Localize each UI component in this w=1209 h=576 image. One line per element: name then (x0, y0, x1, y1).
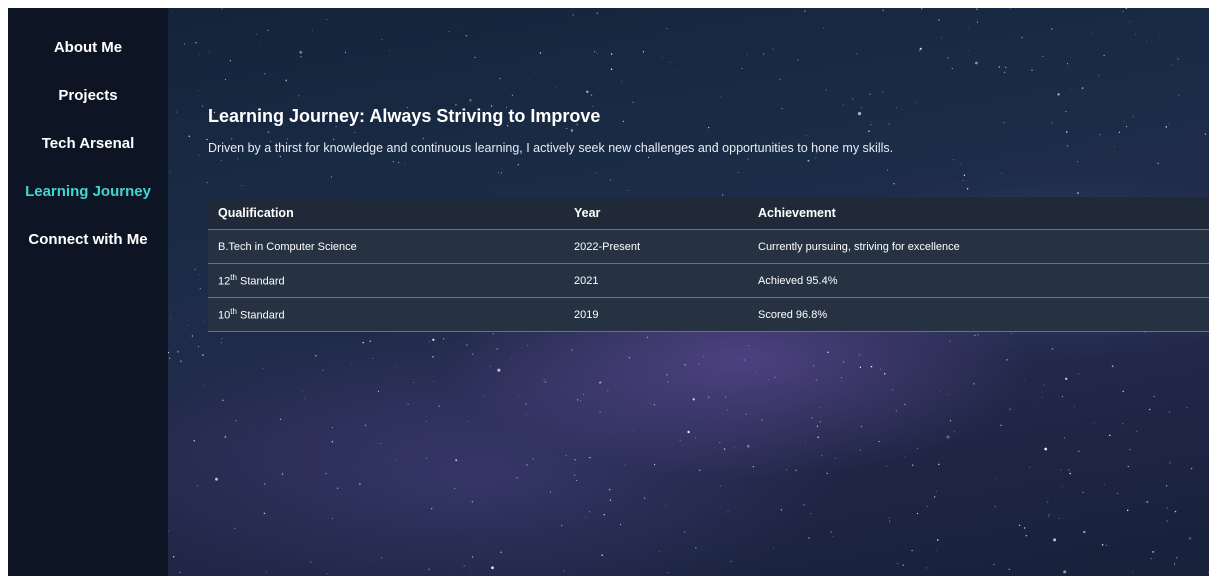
qualification-cell: 10th Standard (208, 297, 564, 332)
table-header-row: Qualification Year Achievement (208, 197, 1209, 230)
section-title: Learning Journey: Always Striving to Imp… (208, 106, 601, 126)
learning-journey-table: Qualification Year Achievement B.Tech in… (208, 197, 1209, 332)
achievement-cell: Currently pursuing, striving for excelle… (748, 229, 1209, 264)
qualification-cell: B.Tech in Computer Science (208, 229, 564, 264)
nav-item-learning-journey[interactable]: Learning Journey (8, 176, 168, 224)
achievement-cell: Scored 96.8% (748, 297, 1209, 332)
nav-item-connect-with-me[interactable]: Connect with Me (8, 224, 168, 272)
qualification-text: 12 (218, 275, 231, 288)
achievement-cell: Achieved 95.4% (748, 263, 1209, 298)
qualification-suffix: Standard (236, 309, 285, 322)
column-header-qualification: Qualification (208, 197, 564, 230)
table-row: 12th Standard 2021 Achieved 95.4% (208, 263, 1209, 298)
year-cell: 2021 (564, 263, 748, 298)
table-row: 10th Standard 2019 Scored 96.8% (208, 297, 1209, 332)
learning-journey-section: Learning Journey: Always Striving to Imp… (208, 106, 1209, 332)
ordinal-suffix: th (230, 307, 237, 317)
nav-item-projects[interactable]: Projects (8, 80, 168, 128)
ordinal-suffix: th (230, 273, 237, 283)
nav-item-tech-arsenal[interactable]: Tech Arsenal (8, 128, 168, 176)
qualification-suffix: Standard (236, 275, 285, 288)
sidebar-nav: About Me Projects Tech Arsenal Learning … (8, 8, 168, 576)
column-header-year: Year (564, 197, 748, 230)
qualification-text: 10 (218, 309, 231, 322)
table-row: B.Tech in Computer Science 2022-Present … (208, 229, 1209, 264)
page-frame: About Me Projects Tech Arsenal Learning … (8, 8, 1209, 576)
column-header-achievement: Achievement (748, 197, 1209, 230)
nav-item-about-me[interactable]: About Me (8, 32, 168, 80)
qualification-text: B.Tech in Computer Science (218, 240, 357, 253)
main-content: Learning Journey: Always Striving to Imp… (168, 8, 1209, 576)
section-intro: Driven by a thirst for knowledge and con… (208, 141, 894, 155)
qualification-cell: 12th Standard (208, 263, 564, 298)
year-cell: 2019 (564, 297, 748, 332)
year-cell: 2022-Present (564, 229, 748, 264)
